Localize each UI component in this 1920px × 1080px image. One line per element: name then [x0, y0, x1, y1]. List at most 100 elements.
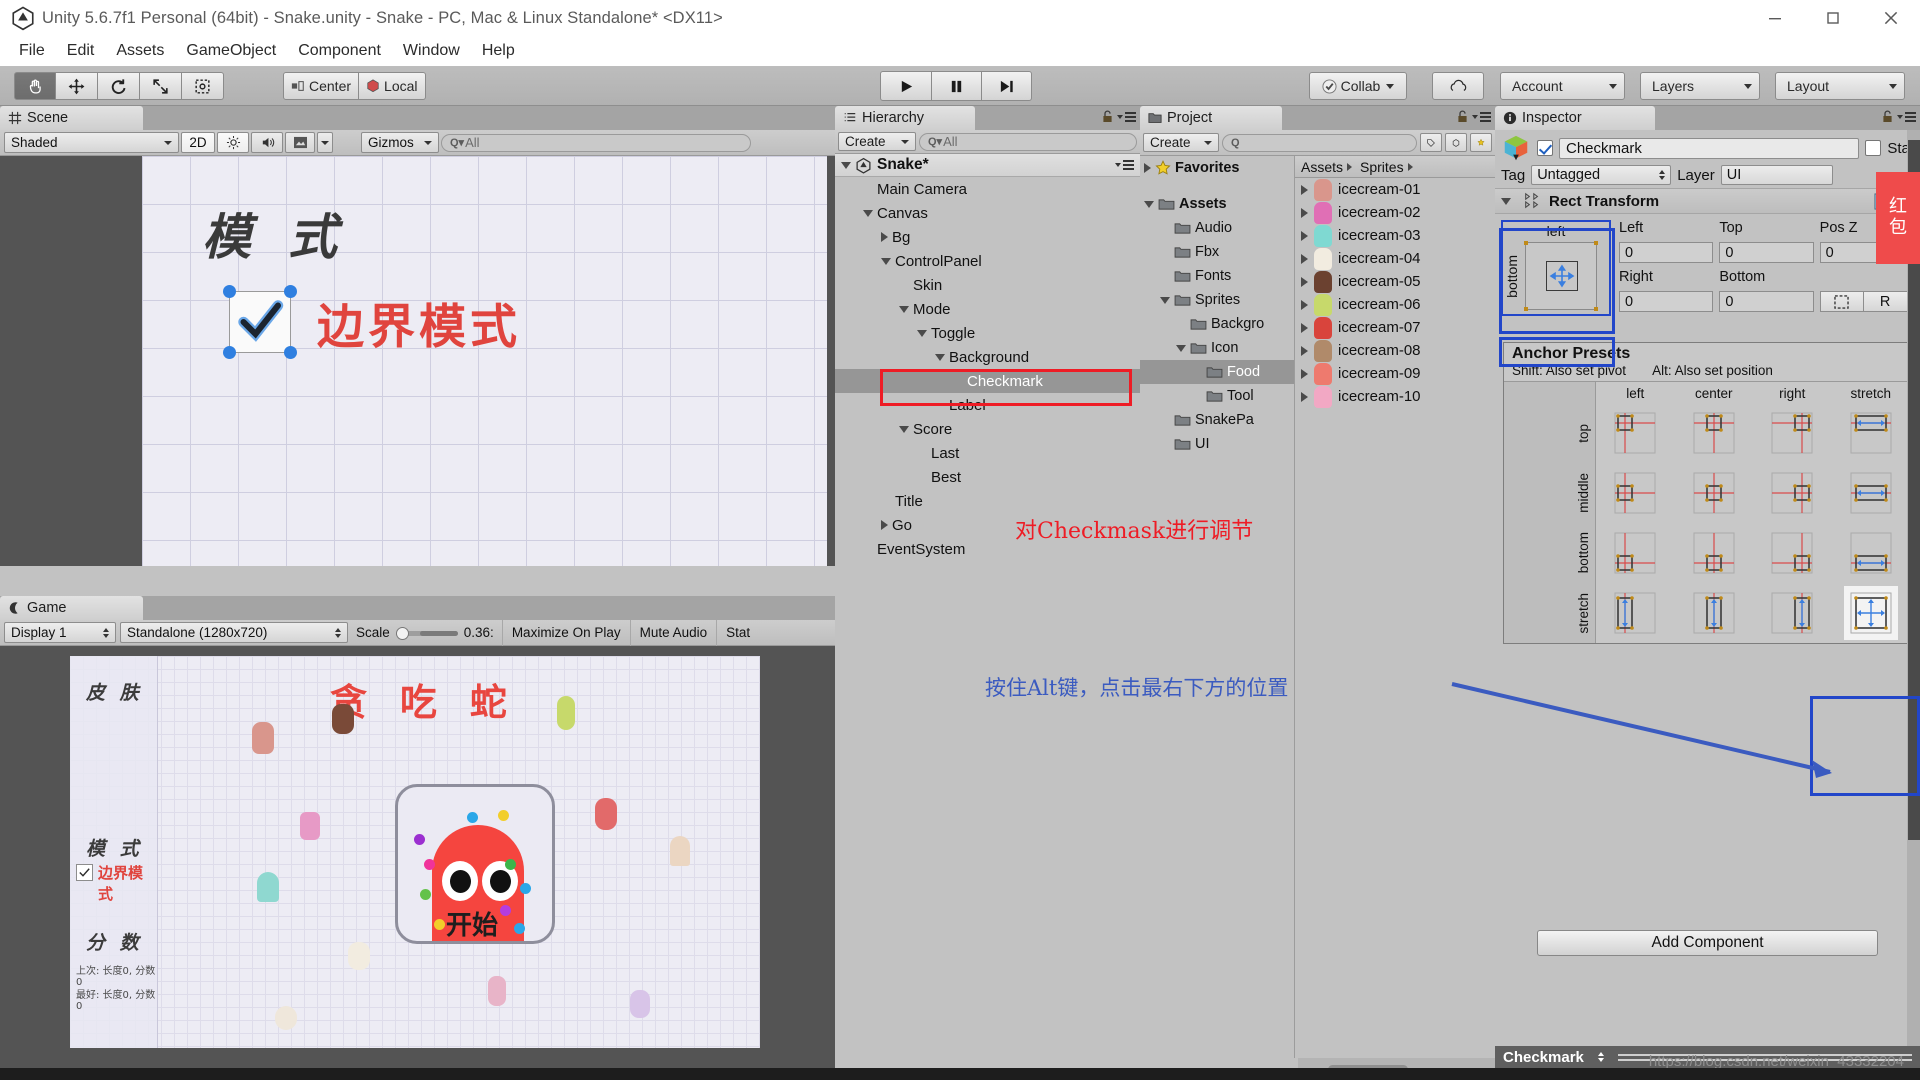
- asset-row[interactable]: icecream-02: [1295, 201, 1495, 224]
- chevron-down-icon[interactable]: [1501, 197, 1511, 205]
- hierarchy-item-skin[interactable]: Skin: [835, 273, 1140, 297]
- panel-menu-icon[interactable]: [1117, 111, 1136, 123]
- raw-edit-button[interactable]: R: [1863, 291, 1908, 312]
- scene-fx-toggle[interactable]: [285, 132, 315, 153]
- rect-transform-component-header[interactable]: Rect Transform ?: [1495, 188, 1920, 214]
- scene-audio-toggle[interactable]: [251, 132, 283, 153]
- inspector-tab-right[interactable]: [1882, 110, 1916, 123]
- chevron-down-icon[interactable]: [1144, 200, 1154, 208]
- asset-row[interactable]: icecream-03: [1295, 224, 1495, 247]
- scene-lighting-toggle[interactable]: [217, 132, 249, 153]
- gizmo-handle-tl[interactable]: [223, 285, 236, 298]
- game-viewport[interactable]: 皮 肤 模 式 边界模式 分 数 上次: 长度0, 分数0 最好: 长度0, 分…: [0, 646, 905, 1080]
- hierarchy-item-best[interactable]: Best: [835, 465, 1140, 489]
- hierarchy-item-mode[interactable]: Mode: [835, 297, 1140, 321]
- project-folder-sprites[interactable]: Sprites: [1140, 288, 1294, 312]
- scale-slider-thumb[interactable]: [395, 626, 409, 640]
- hierarchy-item-eventsystem[interactable]: EventSystem: [835, 537, 1140, 561]
- breadcrumb-assets[interactable]: Assets: [1301, 159, 1343, 175]
- project-tab-right[interactable]: [1457, 110, 1491, 123]
- chevron-right-icon[interactable]: [881, 520, 888, 530]
- anchor-preset-bottom-right[interactable]: [1765, 526, 1819, 580]
- hierarchy-search-input[interactable]: Q▾ All: [919, 132, 1137, 151]
- anchor-preset-bottom-center[interactable]: [1687, 526, 1741, 580]
- layer-dropdown[interactable]: UI: [1720, 165, 1833, 185]
- step-button[interactable]: [982, 71, 1032, 101]
- chevron-right-icon[interactable]: [1301, 345, 1308, 356]
- move-tool-button[interactable]: [56, 72, 98, 100]
- hierarchy-item-controlpanel[interactable]: ControlPanel: [835, 249, 1140, 273]
- pivot-rotation-button[interactable]: Local: [359, 72, 426, 100]
- field-input-left[interactable]: 0: [1619, 242, 1714, 263]
- anchor-presets-popup[interactable]: Anchor Presets Shift: Also set pivot Alt…: [1503, 342, 1911, 644]
- project-asset-list[interactable]: Assets Sprites icecream-01 icecream-02 ice…: [1295, 156, 1495, 1058]
- static-checkbox[interactable]: [1865, 140, 1882, 156]
- chevron-right-icon[interactable]: [1301, 230, 1308, 241]
- chevron-down-icon[interactable]: [863, 209, 873, 217]
- maximize-on-play-button[interactable]: Maximize On Play: [501, 619, 630, 646]
- lock-icon[interactable]: [1457, 110, 1468, 123]
- cloud-button[interactable]: [1432, 72, 1484, 100]
- hierarchy-tab-right[interactable]: [1102, 110, 1136, 123]
- rect-tool-button[interactable]: [182, 72, 224, 100]
- chevron-right-icon[interactable]: [1144, 163, 1151, 173]
- scene-search-input[interactable]: Q▾ All: [441, 133, 751, 152]
- tab-scene[interactable]: Scene: [0, 106, 143, 130]
- anchor-preset-middle-left[interactable]: [1608, 466, 1662, 520]
- scene-gizmos-dropdown[interactable]: Gizmos: [361, 132, 439, 153]
- asset-row[interactable]: icecream-06: [1295, 293, 1495, 316]
- project-tree[interactable]: Favorites Assets Audio Fbx Fonts Sprites Back…: [1140, 156, 1295, 1058]
- hierarchy-item-toggle[interactable]: Toggle: [835, 321, 1140, 345]
- hierarchy-item-label[interactable]: Label: [835, 393, 1140, 417]
- chevron-right-icon[interactable]: [1301, 322, 1308, 333]
- tab-hierarchy[interactable]: Hierarchy: [835, 106, 975, 130]
- game-resolution-dropdown[interactable]: Standalone (1280x720): [120, 622, 348, 643]
- chevron-right-icon[interactable]: [1301, 253, 1308, 264]
- hierarchy-scene-root[interactable]: Snake*: [835, 154, 1140, 177]
- anchor-preset-stretch-left[interactable]: [1608, 586, 1662, 640]
- rotate-tool-button[interactable]: [98, 72, 140, 100]
- anchor-preset-button[interactable]: left bottom: [1501, 220, 1611, 316]
- project-folder-tool[interactable]: Tool: [1140, 384, 1294, 408]
- chevron-down-icon[interactable]: [917, 329, 927, 337]
- stepper-icon[interactable]: [1597, 1052, 1604, 1062]
- chevron-right-icon[interactable]: [1301, 299, 1308, 310]
- project-filter-label-button[interactable]: [1420, 133, 1442, 152]
- pause-button[interactable]: [932, 71, 982, 101]
- add-component-button[interactable]: Add Component: [1537, 930, 1878, 956]
- project-favorite-button[interactable]: [1470, 133, 1492, 152]
- hongbao-badge[interactable]: 红 包: [1876, 172, 1920, 264]
- menu-edit[interactable]: Edit: [56, 40, 106, 62]
- chevron-right-icon[interactable]: [1301, 276, 1308, 287]
- game-start-card[interactable]: 开始: [395, 784, 555, 944]
- layout-button[interactable]: Layout: [1775, 72, 1905, 100]
- hierarchy-item-background[interactable]: Background: [835, 345, 1140, 369]
- chevron-down-icon[interactable]: [935, 353, 945, 361]
- chevron-right-icon[interactable]: [1301, 184, 1308, 195]
- field-input-right[interactable]: 0: [1619, 291, 1714, 312]
- anchor-preset-top-right[interactable]: [1765, 406, 1819, 460]
- anchor-preset-top-stretch[interactable]: [1844, 406, 1898, 460]
- scale-tool-button[interactable]: [140, 72, 182, 100]
- game-border-mode-checkbox[interactable]: [76, 864, 93, 881]
- chevron-right-icon[interactable]: [1301, 368, 1308, 379]
- anchor-preset-top-left[interactable]: [1608, 406, 1662, 460]
- project-folder-food[interactable]: Food: [1140, 360, 1294, 384]
- anchor-preset-middle-stretch[interactable]: [1844, 466, 1898, 520]
- maximize-button[interactable]: [1804, 0, 1862, 36]
- breadcrumb[interactable]: Assets Sprites: [1295, 156, 1495, 178]
- lock-icon[interactable]: [1102, 110, 1113, 123]
- hierarchy-create-button[interactable]: Create: [838, 132, 916, 151]
- hierarchy-item-last[interactable]: Last: [835, 441, 1140, 465]
- asset-row[interactable]: icecream-09: [1295, 362, 1495, 385]
- menu-assets[interactable]: Assets: [105, 40, 175, 62]
- hierarchy-item-canvas[interactable]: Canvas: [835, 201, 1140, 225]
- menu-file[interactable]: File: [8, 40, 56, 62]
- anchor-preset-stretch-right[interactable]: [1765, 586, 1819, 640]
- project-folder-audio[interactable]: Audio: [1140, 216, 1294, 240]
- anchor-preset-middle-right[interactable]: [1765, 466, 1819, 520]
- chevron-down-icon[interactable]: [1176, 344, 1186, 352]
- project-folder-backgro[interactable]: Backgro: [1140, 312, 1294, 336]
- tab-project[interactable]: Project: [1140, 106, 1282, 130]
- pivot-mode-button[interactable]: Center: [283, 72, 360, 100]
